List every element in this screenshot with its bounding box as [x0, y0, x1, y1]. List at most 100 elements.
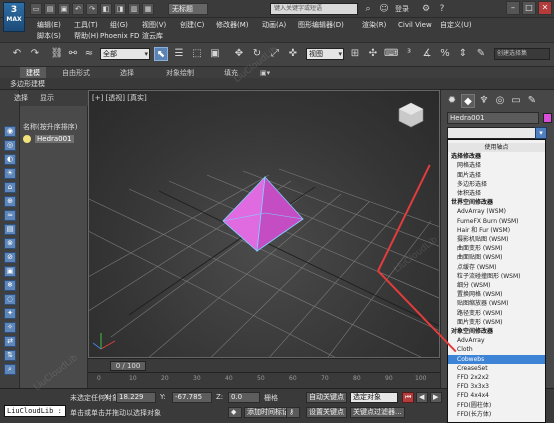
menu-views[interactable]: 视图(V) [142, 20, 166, 30]
menu-civil-view[interactable]: Civil View [398, 20, 432, 30]
modifier-list-item[interactable]: FFD 3x3x3 [448, 382, 545, 391]
modifier-list-item[interactable]: 体积选择 [448, 189, 545, 198]
login-link[interactable]: 登录 [395, 3, 409, 15]
spinner-snap-icon[interactable]: ⇕ [456, 47, 470, 61]
angle-snap-icon[interactable]: ∡ [420, 47, 434, 61]
menu-animation[interactable]: 动画(A) [262, 20, 286, 30]
modifier-list-item[interactable]: FumeFX Burn (WSM) [448, 217, 545, 226]
y-coordinate-field[interactable]: -67.785 [172, 392, 212, 403]
modifier-list-item[interactable]: Cloth [448, 345, 545, 354]
modifier-list-item[interactable]: 多边形选择 [448, 180, 545, 189]
explorer-invert-icon[interactable]: ⇄ [4, 336, 16, 347]
placement-icon[interactable]: ✜ [286, 47, 300, 61]
modifier-list-item[interactable]: 摄影机贴图 (WSM) [448, 235, 545, 244]
explorer-bones-icon[interactable]: ⊘ [4, 252, 16, 263]
menu-graph-editors[interactable]: 图形编辑器(D) [298, 20, 344, 30]
explorer-tab-display[interactable]: 显示 [40, 93, 54, 103]
named-selection-set-dropdown[interactable]: 创建选择集 [494, 48, 550, 60]
modifier-list-item[interactable]: 细分 (WSM) [448, 281, 545, 290]
modifier-list-item[interactable]: AdvArray (WSM) [448, 207, 545, 216]
add-time-tag-button[interactable]: 添加时间标记 [244, 407, 292, 418]
search-input[interactable]: 键入关键字或短语 [270, 3, 358, 15]
modifier-list-item[interactable]: Hair 和 Fur (WSM) [448, 226, 545, 235]
modifier-list-item[interactable]: 置换网格 (WSM) [448, 290, 545, 299]
viewcube[interactable] [398, 102, 424, 128]
hierarchy-panel-icon[interactable]: ♆ [477, 94, 491, 108]
time-tag-icon[interactable]: ◆ [228, 407, 242, 418]
modifier-list-item[interactable]: CreaseSet [448, 364, 545, 373]
modifier-list-item[interactable]: FFD(长方体) [448, 410, 545, 419]
motion-panel-icon[interactable]: ◎ [493, 94, 507, 108]
go-to-start-icon[interactable]: ⏮ [402, 392, 414, 403]
explorer-shapes-icon[interactable]: ◐ [4, 154, 16, 165]
track-bar[interactable]: 0 10 20 30 40 50 60 70 80 90 100 [88, 372, 440, 388]
menu-edit[interactable]: 编辑(E) [37, 20, 61, 30]
modifier-list-item[interactable]: FFD(圆柱体) [448, 401, 545, 410]
modifier-list-item[interactable]: 曲面变形 (WSM) [448, 244, 545, 253]
explorer-cameras-icon[interactable]: ⌂ [4, 182, 16, 193]
explorer-tab-select[interactable]: 选择 [14, 93, 28, 103]
menu-create[interactable]: 创建(C) [180, 20, 204, 30]
select-object-icon[interactable]: ⬉ [154, 47, 168, 61]
modifier-list-item[interactable]: 面片变形 (WSM) [448, 318, 545, 327]
utilities-panel-icon[interactable]: ✎ [525, 94, 539, 108]
bind-space-warp-icon[interactable]: ≈ [82, 47, 96, 61]
explorer-object-row[interactable]: Hedra001 [20, 134, 88, 145]
object-name-field[interactable]: Hedra001 [447, 112, 539, 124]
explorer-frozen-icon[interactable]: ❄ [4, 280, 16, 291]
app-logo[interactable]: 3 MAX [3, 2, 25, 32]
explorer-warps-icon[interactable]: ≈ [4, 210, 16, 221]
maxscript-listener-input[interactable]: LiuCloudLib : [4, 405, 66, 417]
explorer-xrefs-icon[interactable]: ⊗ [4, 238, 16, 249]
modifier-list-item[interactable]: 路径变形 (WSM) [448, 309, 545, 318]
menu-cloud-library[interactable]: 渲云库 [142, 31, 163, 41]
create-panel-icon[interactable]: ✹ [445, 94, 459, 108]
modifier-list-dropdown[interactable] [447, 127, 547, 139]
z-coordinate-field[interactable]: 0.0 [228, 392, 260, 403]
light-bulb-icon[interactable] [23, 135, 31, 143]
menu-group[interactable]: 组(G) [110, 20, 128, 30]
explorer-sort-icon[interactable]: ⇅ [4, 350, 16, 361]
project-folder-icon[interactable]: ▥ [128, 3, 140, 15]
explorer-filter-icon[interactable]: ◉ [4, 126, 16, 137]
user-icon[interactable]: ☺ [378, 3, 390, 15]
menu-modifiers[interactable]: 修改器(M) [216, 20, 249, 30]
window-crossing-icon[interactable]: ▣ [208, 47, 222, 61]
object-color-swatch[interactable] [543, 113, 552, 123]
hold-icon[interactable]: ◧ [100, 3, 112, 15]
perspective-viewport[interactable]: [+] [透视] [真实] [88, 90, 440, 358]
key-mode-dropdown[interactable]: 选定对象 [350, 392, 398, 403]
snap-toggle-icon[interactable]: ³ [402, 47, 416, 61]
selection-filter-dropdown[interactable]: 全部 [100, 48, 150, 60]
explorer-containers-icon[interactable]: ▣ [4, 266, 16, 277]
x-coordinate-field[interactable]: 18.229 [116, 392, 156, 403]
modifier-list-item[interactable]: 曲面贴图 (WSM) [448, 253, 545, 262]
percent-snap-icon[interactable]: % [438, 47, 452, 61]
close-button[interactable]: ✕ [538, 1, 552, 15]
explorer-hidden-icon[interactable]: ◌ [4, 294, 16, 305]
explorer-none-icon[interactable]: ✧ [4, 322, 16, 333]
new-file-icon[interactable]: ▭ [30, 3, 42, 15]
modifier-list-item[interactable]: FFD 4x4x4 [448, 391, 545, 400]
exchange-icon[interactable]: ⚙ [420, 3, 432, 15]
modifier-list-arrow-icon[interactable]: ▾ [535, 127, 547, 139]
key-filters-button[interactable]: 关键点过滤器... [350, 407, 405, 418]
reference-coordinate-dropdown[interactable]: 视图 [306, 48, 344, 60]
menu-customize[interactable]: 自定义(U) [440, 20, 472, 30]
explorer-geometry-icon[interactable]: ◎ [4, 140, 16, 151]
modifier-list-item[interactable]: 面片选择 [448, 171, 545, 180]
modifier-list-item[interactable]: AdvArray [448, 336, 545, 345]
rect-selection-icon[interactable]: ⬚ [190, 47, 204, 61]
menu-tools[interactable]: 工具(T) [74, 20, 98, 30]
pivot-center-icon[interactable]: ⊞ [348, 47, 362, 61]
redo-icon[interactable]: ↷ [28, 47, 42, 61]
modify-panel-icon[interactable]: ◆ [461, 94, 475, 108]
named-selection-icon[interactable]: ✎ [474, 47, 488, 61]
move-icon[interactable]: ✥ [232, 47, 246, 61]
modifier-list-item[interactable]: 网格选择 [448, 161, 545, 170]
save-file-icon[interactable]: ▣ [58, 3, 70, 15]
maximize-button[interactable]: □ [522, 1, 536, 15]
prev-frame-icon[interactable]: ◀ [416, 392, 428, 403]
workspace-icon[interactable]: ▦ [142, 3, 154, 15]
undo-icon[interactable]: ↶ [10, 47, 24, 61]
